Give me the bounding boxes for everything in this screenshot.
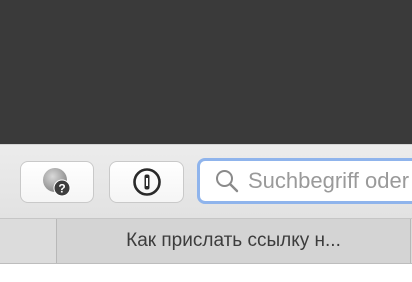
page-content-area bbox=[0, 264, 412, 282]
tab-overflow-area[interactable] bbox=[0, 219, 57, 263]
help-extension-icon: ? bbox=[43, 168, 71, 197]
search-icon bbox=[216, 170, 239, 193]
search-input[interactable] bbox=[248, 168, 412, 194]
address-search-field[interactable] bbox=[197, 158, 412, 204]
window-content-dark-area bbox=[0, 0, 412, 144]
tab-bar: Как прислать ссылку н... bbox=[0, 218, 412, 264]
keyhole-icon bbox=[132, 168, 161, 196]
svg-text:?: ? bbox=[58, 182, 65, 196]
password-manager-button[interactable] bbox=[109, 161, 184, 203]
tab-active[interactable]: Как прислать ссылку н... bbox=[57, 219, 411, 263]
tab-title: Как прислать ссылку н... bbox=[126, 230, 341, 251]
help-extension-button[interactable]: ? bbox=[20, 161, 94, 203]
